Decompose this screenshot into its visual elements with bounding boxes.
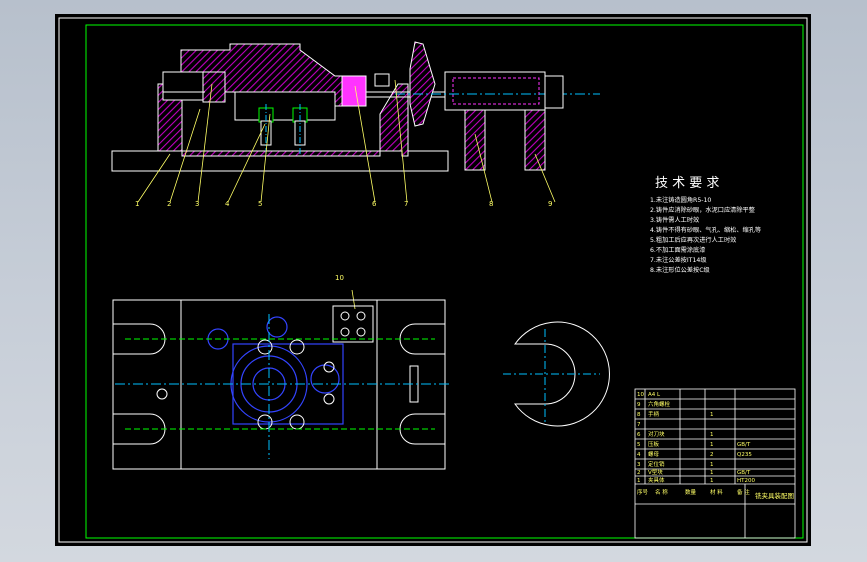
callout-6: 6 [372, 200, 377, 208]
callout-4: 4 [225, 200, 230, 208]
callout-2: 2 [167, 200, 171, 208]
bom-cell: 5 [637, 442, 641, 448]
tech-req-title: 技 术 要 求 [655, 176, 719, 191]
bom-rows: 10 A4 L 9 六角螺栓 8 手柄 1 7 6 对刀块 1 5 压板 1 G… [637, 392, 755, 484]
callout-10: 10 [335, 274, 344, 282]
bom-header-cell: 材 料 [710, 488, 723, 496]
bom-cell: 10 [637, 392, 644, 398]
callout-7: 7 [404, 200, 408, 208]
tech-req-item: 8.未注形位公差按C级 [650, 266, 710, 274]
drawing-title: 铣夹具装配图 [755, 491, 794, 500]
callout-5: 5 [258, 200, 262, 208]
bom-cell: 六角螺栓 [648, 400, 671, 408]
bom-header: 序号 名 称 数量 材 料 备 注 [637, 488, 750, 496]
bom-cell: 4 [637, 452, 641, 458]
tech-req-item: 3.铸件需人工时效 [650, 216, 699, 224]
bom-cell: 手柄 [648, 410, 660, 418]
bom-cell: 1 [637, 478, 641, 484]
bom-cell: V型块 [648, 468, 663, 476]
bom-cell: 3 [637, 462, 641, 468]
bom-cell: 夹具体 [648, 476, 665, 484]
bom-cell: 6 [637, 432, 641, 438]
part-callouts: 1 2 3 4 5 6 7 8 9 10 [135, 200, 552, 282]
bom-cell: GB/T [737, 470, 751, 476]
bom-cell: GB/T [737, 442, 751, 448]
bom-cell: HT200 [737, 478, 755, 484]
bom-cell: 定位销 [648, 460, 665, 468]
bom-cell: 1 [710, 470, 714, 476]
bom-cell: 1 [710, 462, 714, 468]
technical-requirements: 技 术 要 求 1.未注铸造圆角R5-10 2.铸件应消除砂眼，水泥口应清除平整… [650, 176, 761, 274]
bom-header-cell: 数量 [685, 488, 697, 496]
leader-lines [137, 79, 556, 310]
bom-cell: A4 L [648, 392, 661, 398]
bom-cell: 1 [710, 412, 714, 418]
bom-cell: 9 [637, 402, 641, 408]
bom-cell: 对刀块 [648, 430, 665, 438]
bom-cell: 1 [710, 478, 714, 484]
tech-req-item: 2.铸件应消除砂眼，水泥口应清除平整 [650, 206, 755, 214]
bom-cell: 7 [637, 422, 641, 428]
bom-cell: 压板 [648, 440, 660, 448]
bom-header-cell: 备 注 [737, 488, 750, 496]
callout-3: 3 [195, 200, 199, 208]
bom-cell: 1 [710, 432, 714, 438]
callout-9: 9 [548, 200, 552, 208]
bom-cell: 8 [637, 412, 641, 418]
bom-header-cell: 名 称 [655, 488, 668, 496]
side-detail-view [503, 321, 610, 427]
front-section-view [111, 41, 600, 172]
callout-8: 8 [489, 200, 493, 208]
bom-cell: 2 [710, 452, 714, 458]
tech-req-item: 6.不加工面需涂底漆 [650, 246, 705, 254]
callout-1: 1 [135, 200, 139, 208]
top-view [112, 299, 450, 470]
tech-req-item: 1.未注铸造圆角R5-10 [650, 196, 711, 204]
bom-cell: 2 [637, 470, 641, 476]
bom-cell: 1 [710, 442, 714, 448]
tech-req-item: 5.粗加工后应再次进行人工时效 [650, 236, 736, 244]
assembly-drawing: 1 2 3 4 5 6 7 8 9 10 技 术 要 求 1.未注铸造圆角R5-… [58, 17, 808, 543]
bom-cell: Q235 [737, 452, 752, 458]
tech-req-item: 4.铸件不得有砂眼、气孔、缩松、缩孔等 [650, 226, 761, 234]
bom-header-cell: 序号 [637, 488, 649, 496]
tech-req-item: 7.未注公差按IT14级 [650, 256, 707, 264]
drawing-sheet: 1 2 3 4 5 6 7 8 9 10 技 术 要 求 1.未注铸造圆角R5-… [55, 14, 811, 546]
bom-cell: 螺母 [648, 450, 660, 458]
